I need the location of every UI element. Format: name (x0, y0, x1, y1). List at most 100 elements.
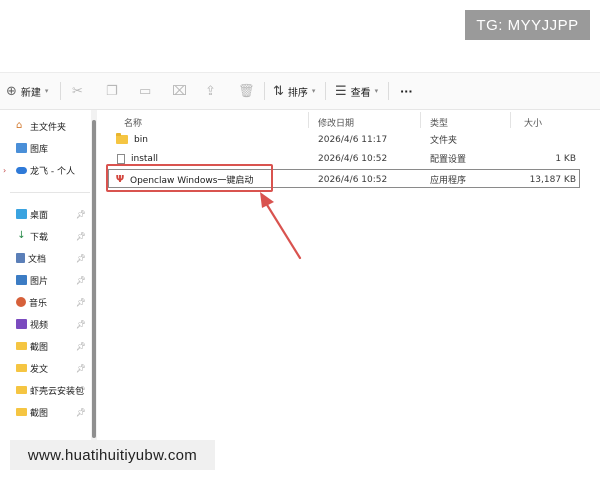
new-button[interactable]: ⊕ 新建 ▾ (6, 73, 48, 109)
sidebar-item-screenshots[interactable]: 截图 📌︎ (0, 336, 90, 356)
folder-icon (16, 364, 27, 372)
toolbar-divider (388, 82, 389, 100)
desktop-icon (16, 209, 27, 219)
chevron-down-icon: ▾ (44, 87, 49, 95)
home-icon: ⌂ (16, 120, 23, 131)
sidebar-item-label: 发文 (30, 364, 49, 375)
rename-button[interactable]: ⌧ (172, 73, 187, 109)
sidebar-item-label: 图片 (30, 276, 49, 287)
chevron-right-icon[interactable]: › (3, 166, 6, 175)
sidebar-divider (10, 192, 90, 193)
sidebar-scrollbar-thumb[interactable] (92, 120, 96, 438)
column-header-type[interactable]: 类型 (430, 116, 448, 129)
pin-icon[interactable]: 📌︎ (76, 276, 86, 285)
view-button[interactable]: ☰ 查看 ▾ (335, 73, 378, 109)
annotation-arrow-icon (260, 192, 302, 260)
pictures-icon (16, 275, 27, 285)
file-type: 配置设置 (430, 155, 467, 165)
file-name: install (131, 153, 158, 164)
sidebar-item-label: 下载 (30, 232, 49, 243)
documents-icon (16, 253, 25, 263)
file-modified: 2026/4/6 10:52 (318, 153, 388, 164)
column-header-name[interactable]: 名称 (124, 116, 142, 129)
delete-button[interactable]: 🗑︎ (238, 73, 255, 109)
sidebar-item-label: 视频 (30, 320, 49, 331)
pin-icon[interactable]: 📌︎ (76, 232, 86, 241)
pin-icon[interactable]: 📌︎ (76, 298, 86, 307)
sidebar-item-desktop[interactable]: 桌面 📌︎ (0, 204, 90, 224)
new-label: 新建 (20, 87, 41, 99)
trash-icon: 🗑︎ (238, 83, 255, 99)
pin-icon[interactable]: 📌︎ (76, 210, 86, 219)
file-type: 文件夹 (430, 136, 458, 146)
view-list-icon: ☰ (335, 83, 347, 99)
music-icon (16, 297, 26, 307)
toolbar-divider (60, 82, 61, 100)
navigation-pane: ⌂ 主文件夹 图库 › 龙飞 - 个人 桌面 📌︎ ↓ 下载 📌︎ 文档 📌︎ … (0, 108, 92, 438)
file-size: 13,187 KB (529, 174, 576, 185)
file-modified: 2026/4/6 10:52 (318, 174, 388, 185)
sidebar-item-onedrive[interactable]: › 龙飞 - 个人 (0, 160, 90, 180)
watermark-bottom: www.huatihuitiyubw.com (10, 440, 215, 470)
sidebar-item-posts[interactable]: 发文 📌︎ (0, 358, 90, 378)
pin-icon[interactable]: 📌︎ (76, 386, 86, 395)
view-label: 查看 (350, 87, 371, 99)
column-header-size[interactable]: 大小 (524, 116, 542, 129)
copy-button[interactable]: ❐ (106, 73, 118, 109)
sidebar-item-home[interactable]: ⌂ 主文件夹 (0, 116, 90, 136)
column-divider[interactable] (420, 112, 421, 128)
sidebar-item-label: 文档 (28, 254, 47, 265)
column-divider[interactable] (308, 112, 309, 128)
sidebar-item-videos[interactable]: 视频 📌︎ (0, 314, 90, 334)
rename-icon: ⌧ (172, 83, 187, 99)
column-divider[interactable] (510, 112, 511, 128)
config-file-icon (117, 153, 125, 164)
sidebar-item-pictures[interactable]: 图片 📌︎ (0, 270, 90, 290)
sidebar-item-gallery[interactable]: 图库 (0, 138, 90, 158)
copy-icon: ❐ (106, 83, 118, 99)
pin-icon[interactable]: 📌︎ (76, 320, 86, 329)
file-type: 应用程序 (430, 176, 467, 186)
sidebar-item-label: 截图 (30, 408, 49, 419)
sidebar-item-label: 桌面 (30, 210, 49, 221)
pin-icon[interactable]: 📌︎ (76, 408, 86, 417)
sidebar-item-label: 主文件夹 (30, 122, 67, 133)
paste-button[interactable]: ▭ (139, 73, 151, 109)
sidebar-item-music[interactable]: 音乐 📌︎ (0, 292, 90, 312)
sidebar-item-downloads[interactable]: ↓ 下载 📌︎ (0, 226, 90, 246)
pin-icon[interactable]: 📌︎ (76, 254, 86, 263)
sidebar-item-label: 龙飞 - 个人 (30, 166, 75, 177)
plus-circle-icon: ⊕ (6, 83, 17, 99)
videos-icon (16, 319, 27, 329)
sort-button[interactable]: ⇅ 排序 ▾ (273, 73, 315, 109)
paste-icon: ▭ (139, 83, 152, 99)
sidebar-item-documents[interactable]: 文档 📌︎ (0, 248, 90, 268)
chevron-down-icon: ▾ (374, 87, 379, 95)
file-name: bin (134, 134, 148, 145)
sort-label: 排序 (287, 87, 308, 99)
cloud-icon (16, 166, 27, 174)
sort-icon: ⇅ (273, 83, 284, 99)
command-bar: ⊕ 新建 ▾ ✂ ❐ ▭ ⌧ ⇪ 🗑︎ ⇅ 排序 ▾ ☰ 查看 ▾ ··· (0, 72, 600, 110)
sidebar-item-label: 音乐 (29, 298, 48, 309)
annotation-highlight-box (106, 164, 273, 192)
sidebar-item-installer[interactable]: 虾壳云安装包 📌︎ (0, 380, 90, 400)
scissors-icon: ✂ (72, 83, 83, 99)
column-header-modified[interactable]: 修改日期 (318, 116, 354, 129)
pin-icon[interactable]: 📌︎ (76, 364, 86, 373)
share-button[interactable]: ⇪ (205, 73, 216, 109)
sidebar-item-label: 图库 (30, 144, 49, 155)
more-button[interactable]: ··· (400, 73, 413, 109)
file-row-bin[interactable]: bin 2026/4/6 11:17 文件夹 (108, 130, 580, 149)
more-icon: ··· (400, 84, 413, 98)
sidebar-item-label: 截图 (30, 342, 49, 353)
pin-icon[interactable]: 📌︎ (76, 342, 86, 351)
download-icon: ↓ (17, 230, 26, 241)
sidebar-item-screenshots-2[interactable]: 截图 📌︎ (0, 402, 90, 422)
folder-icon (16, 342, 27, 350)
cut-button[interactable]: ✂ (72, 73, 83, 109)
file-modified: 2026/4/6 11:17 (318, 134, 388, 145)
folder-icon (16, 408, 27, 416)
folder-icon (16, 386, 27, 394)
gallery-icon (16, 143, 27, 153)
